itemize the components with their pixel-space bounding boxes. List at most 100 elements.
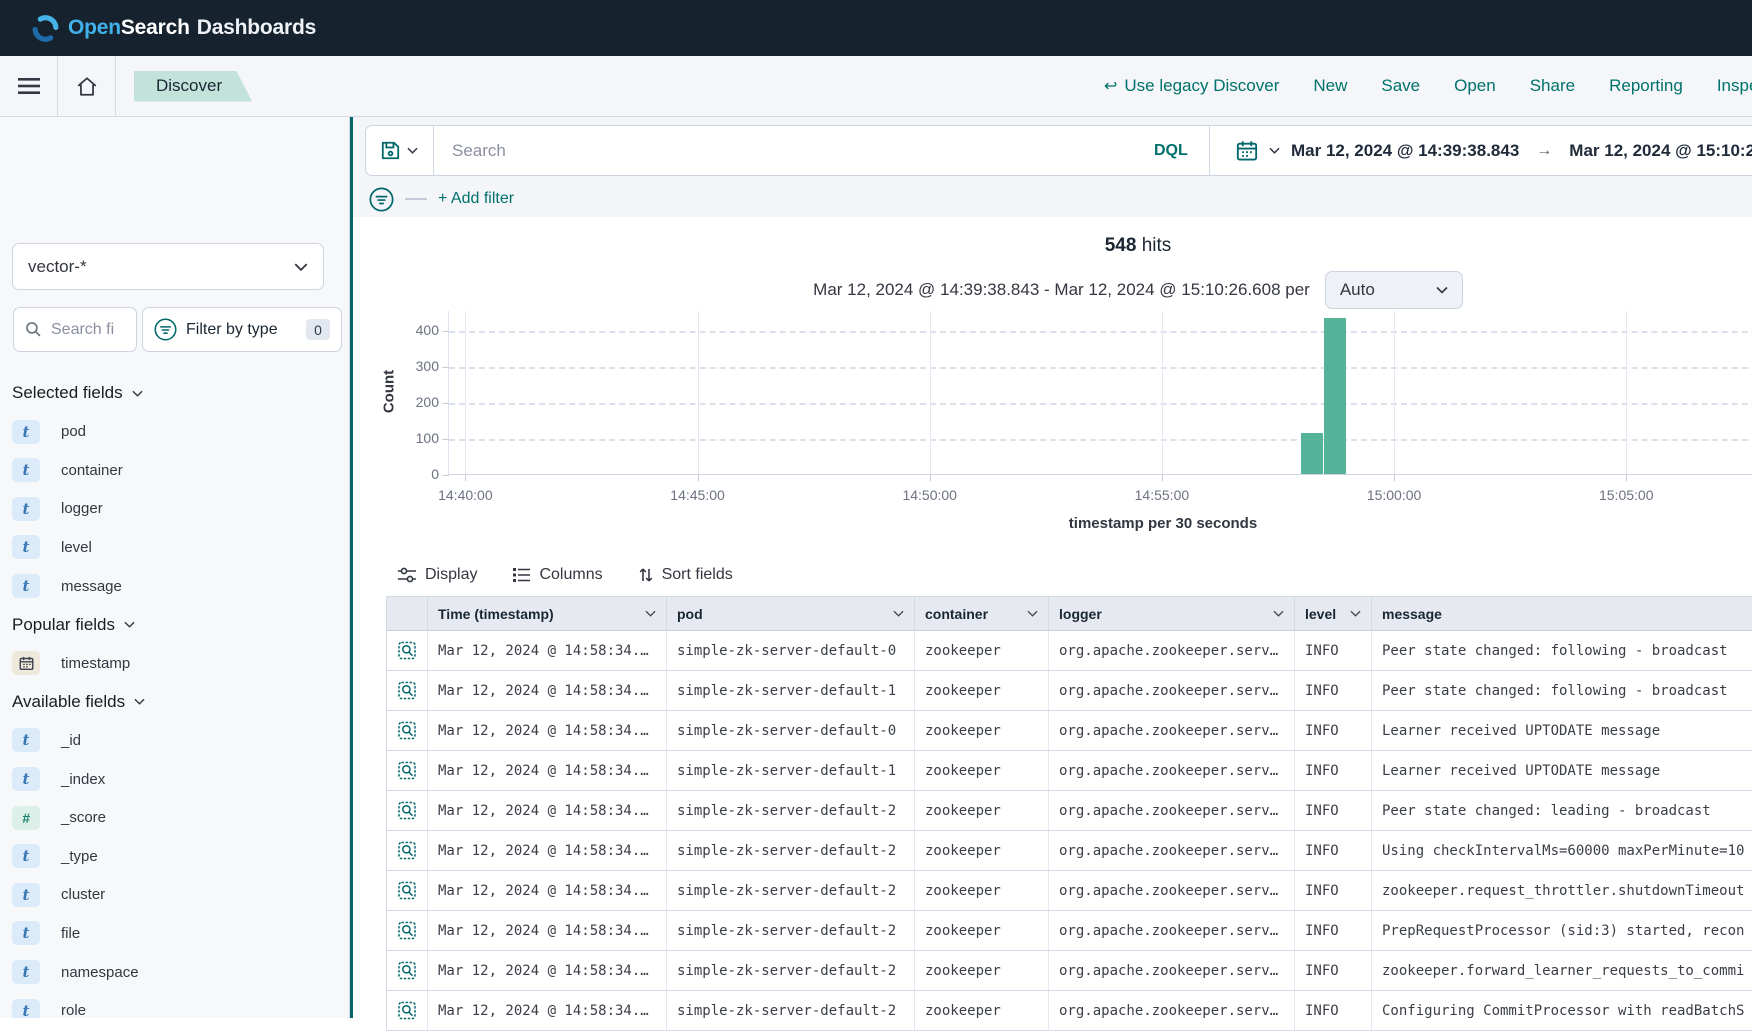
expand-document-icon bbox=[397, 800, 417, 821]
column-header-level[interactable]: level bbox=[1295, 597, 1372, 630]
field-item-_index[interactable]: t_index bbox=[12, 767, 105, 791]
date-range-start[interactable]: Mar 12, 2024 @ 14:39:38.843 bbox=[1291, 141, 1519, 161]
sliders-icon bbox=[398, 567, 416, 583]
x-tick bbox=[1162, 475, 1163, 481]
cell-pod: simple-zk-server-default-2 bbox=[667, 951, 915, 990]
field-item-pod[interactable]: tpod bbox=[12, 420, 86, 444]
expand-document-button[interactable] bbox=[387, 711, 428, 750]
nav-link-share[interactable]: Share bbox=[1530, 76, 1575, 96]
column-header-time-timestamp-[interactable]: Time (timestamp) bbox=[428, 597, 667, 630]
columns-button[interactable]: Columns bbox=[513, 566, 602, 584]
expand-document-icon bbox=[397, 920, 417, 941]
field-item-level[interactable]: tlevel bbox=[12, 535, 92, 559]
chevron-down-icon bbox=[1350, 610, 1361, 617]
cell-pod: simple-zk-server-default-2 bbox=[667, 791, 915, 830]
expand-document-button[interactable] bbox=[387, 831, 428, 870]
x-gridline bbox=[1394, 311, 1395, 474]
home-button[interactable] bbox=[58, 56, 115, 116]
add-filter-button[interactable]: + Add filter bbox=[438, 190, 514, 208]
column-header-pod[interactable]: pod bbox=[667, 597, 915, 630]
cell-container: zookeeper bbox=[915, 751, 1049, 790]
nav-link-open[interactable]: Open bbox=[1454, 76, 1496, 96]
field-item-timestamp[interactable]: timestamp bbox=[12, 651, 130, 675]
table-row: Mar 12, 2024 @ 14:58:34.…simple-zk-serve… bbox=[387, 831, 1752, 871]
nav-link-reporting[interactable]: Reporting bbox=[1609, 76, 1683, 96]
histogram-bar[interactable] bbox=[1301, 433, 1323, 474]
field-section-available-fields[interactable]: Available fields bbox=[12, 690, 145, 714]
field-item-_type[interactable]: t_type bbox=[12, 844, 98, 868]
discover-sidebar: vector-* Filter by type 0 Selected field… bbox=[0, 117, 350, 1018]
field-item-_score[interactable]: #_score bbox=[12, 806, 106, 830]
interval-select[interactable]: Auto bbox=[1325, 271, 1463, 309]
field-item-_id[interactable]: t_id bbox=[12, 728, 81, 752]
nav-link-new[interactable]: New bbox=[1313, 76, 1347, 96]
expand-document-button[interactable] bbox=[387, 991, 428, 1030]
chevron-down-icon bbox=[645, 610, 656, 617]
filter-circle-icon[interactable] bbox=[369, 187, 394, 212]
field-name: message bbox=[61, 578, 122, 595]
expand-document-button[interactable] bbox=[387, 951, 428, 990]
hits-number: 548 bbox=[1105, 235, 1137, 256]
app-header: OpenSearchDashboards bbox=[0, 0, 1752, 56]
saved-query-button[interactable] bbox=[366, 126, 434, 175]
cell-container: zookeeper bbox=[915, 711, 1049, 750]
breadcrumb[interactable]: Discover bbox=[134, 71, 252, 102]
nav-link-inspect[interactable]: Inspect bbox=[1717, 76, 1752, 96]
date-picker: Mar 12, 2024 @ 14:39:38.843 → Mar 12, 20… bbox=[1209, 126, 1752, 175]
cell-logger: org.apache.zookeeper.serv… bbox=[1049, 751, 1295, 790]
string-type-badge: t bbox=[12, 767, 40, 791]
menu-button[interactable] bbox=[0, 56, 57, 116]
expand-document-button[interactable] bbox=[387, 791, 428, 830]
cell-logger: org.apache.zookeeper.serv… bbox=[1049, 791, 1295, 830]
field-section-selected-fields[interactable]: Selected fields bbox=[12, 381, 143, 405]
display-button[interactable]: Display bbox=[398, 566, 477, 584]
arrow-right-icon: → bbox=[1530, 142, 1558, 160]
display-label: Display bbox=[425, 566, 477, 584]
cell-container: zookeeper bbox=[915, 871, 1049, 910]
cell-logger: org.apache.zookeeper.serv… bbox=[1049, 711, 1295, 750]
hits-subtitle: Mar 12, 2024 @ 14:39:38.843 - Mar 12, 20… bbox=[813, 280, 1310, 300]
search-input[interactable] bbox=[452, 141, 1092, 161]
cell-level: INFO bbox=[1295, 791, 1372, 830]
table-row: Mar 12, 2024 @ 14:58:34.…simple-zk-serve… bbox=[387, 711, 1752, 751]
field-item-file[interactable]: tfile bbox=[12, 921, 80, 945]
column-header-container[interactable]: container bbox=[915, 597, 1049, 630]
y-tick-label: 200 bbox=[383, 394, 439, 410]
field-item-container[interactable]: tcontainer bbox=[12, 458, 123, 482]
interval-value: Auto bbox=[1340, 280, 1375, 300]
cell-container: zookeeper bbox=[915, 791, 1049, 830]
cell-pod: simple-zk-server-default-2 bbox=[667, 991, 915, 1030]
calendar-icon[interactable] bbox=[1236, 140, 1258, 162]
field-item-cluster[interactable]: tcluster bbox=[12, 883, 105, 907]
expand-document-button[interactable] bbox=[387, 631, 428, 670]
column-header-message[interactable]: message bbox=[1372, 597, 1752, 630]
cell-logger: org.apache.zookeeper.serv… bbox=[1049, 911, 1295, 950]
nav-link-use-legacy-discover[interactable]: ↩Use legacy Discover bbox=[1104, 76, 1279, 96]
chevron-down-icon bbox=[124, 621, 135, 628]
field-name: container bbox=[61, 462, 123, 479]
expand-document-button[interactable] bbox=[387, 751, 428, 790]
expand-document-icon bbox=[397, 760, 417, 781]
cell-time-timestamp-: Mar 12, 2024 @ 14:58:34.… bbox=[428, 711, 667, 750]
expand-document-button[interactable] bbox=[387, 871, 428, 910]
date-range-end[interactable]: Mar 12, 2024 @ 15:10:26.608 bbox=[1569, 141, 1752, 161]
sort-fields-button[interactable]: Sort fields bbox=[639, 566, 733, 584]
main-content: DQL Mar 12, 2024 @ 14:39:38.843 → Mar 12… bbox=[353, 117, 1752, 1018]
field-item-role[interactable]: trole bbox=[12, 999, 86, 1018]
field-item-namespace[interactable]: tnamespace bbox=[12, 960, 139, 984]
expand-document-button[interactable] bbox=[387, 911, 428, 950]
y-gridline bbox=[449, 331, 1752, 333]
column-header-logger[interactable]: logger bbox=[1049, 597, 1295, 630]
x-tick-label: 14:55:00 bbox=[1135, 487, 1190, 503]
calendar-icon bbox=[19, 656, 34, 671]
y-tick-label: 100 bbox=[383, 430, 439, 446]
field-section-popular-fields[interactable]: Popular fields bbox=[12, 613, 135, 637]
nav-link-save[interactable]: Save bbox=[1381, 76, 1420, 96]
histogram-bar[interactable] bbox=[1324, 318, 1346, 474]
expand-document-button[interactable] bbox=[387, 671, 428, 710]
field-item-message[interactable]: tmessage bbox=[12, 574, 122, 598]
field-item-logger[interactable]: tlogger bbox=[12, 497, 103, 521]
cell-level: INFO bbox=[1295, 711, 1372, 750]
cell-time-timestamp-: Mar 12, 2024 @ 14:58:34.… bbox=[428, 831, 667, 870]
query-language-button[interactable]: DQL bbox=[1154, 126, 1188, 175]
